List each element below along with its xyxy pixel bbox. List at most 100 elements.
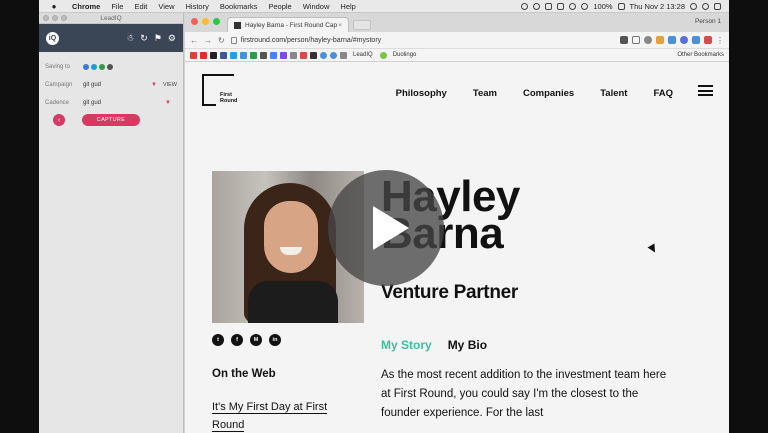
minimize-window-icon[interactable]	[202, 18, 209, 25]
back-button[interactable]: ‹	[53, 114, 65, 126]
bookmark-icon[interactable]	[330, 51, 337, 59]
menu-app-name[interactable]: Chrome	[72, 2, 100, 11]
twitter-icon[interactable]: t	[212, 334, 224, 346]
campaign-select[interactable]: git gud	[83, 82, 151, 88]
linkedin-icon[interactable]	[220, 51, 227, 59]
photo-body	[248, 281, 338, 323]
view-campaign-link[interactable]: VIEW	[163, 82, 177, 88]
add-user-icon[interactable]: ☃	[126, 33, 134, 44]
profile-button[interactable]: Person 1	[695, 18, 721, 25]
nav-philosophy[interactable]: Philosophy	[396, 88, 447, 99]
tab-strip: Hayley Barna - First Round Cap × Person …	[185, 13, 729, 32]
address-bar[interactable]: firstround.com/person/hayley-barna/#myst…	[230, 34, 614, 46]
bookmark-icon[interactable]	[290, 51, 297, 59]
bookmark-icon[interactable]	[320, 51, 327, 59]
close-window-icon[interactable]	[191, 18, 198, 25]
notification-center-icon[interactable]	[714, 2, 721, 10]
bookmark-leadiq[interactable]: LeadIQ	[353, 52, 373, 58]
gmail-icon[interactable]	[190, 51, 197, 59]
new-tab-button[interactable]	[353, 20, 371, 30]
saving-to-row: Saving to	[39, 58, 183, 76]
menu-file[interactable]: File	[111, 2, 123, 11]
leadiq-window-title: LeadIQ	[100, 14, 122, 22]
gear-icon[interactable]: ⚙	[168, 33, 176, 44]
star-icon[interactable]	[632, 36, 640, 44]
bookmark-icon[interactable]	[300, 51, 307, 59]
extension-icon[interactable]	[644, 36, 652, 44]
refresh-icon[interactable]: ↻	[140, 33, 148, 44]
reload-icon[interactable]: ↻	[218, 36, 225, 45]
extension-icon[interactable]	[680, 36, 688, 44]
clock-icon[interactable]	[533, 2, 541, 10]
nav-team[interactable]: Team	[473, 88, 497, 99]
more-menu-icon[interactable]: ⋮	[716, 36, 724, 45]
web-article-link-text[interactable]: It's My First Day at First Round	[212, 401, 328, 432]
sheets-icon[interactable]	[99, 64, 105, 70]
microphone-icon[interactable]	[521, 2, 529, 10]
browser-tab[interactable]: Hayley Barna - First Round Cap ×	[227, 17, 349, 32]
on-the-web-heading: On the Web	[212, 368, 276, 380]
chevron-down-icon[interactable]: ▼	[151, 82, 157, 88]
leadiq-dest-icon[interactable]	[83, 64, 89, 70]
display-icon[interactable]	[557, 2, 565, 10]
facebook-icon[interactable]: f	[231, 334, 243, 346]
cadence-select[interactable]: git gud	[83, 100, 165, 106]
bookmark-duolingo[interactable]: Duolingo	[393, 52, 417, 58]
dropbox-icon[interactable]	[545, 2, 553, 10]
menu-help[interactable]: Help	[340, 2, 355, 11]
twitter-icon[interactable]	[230, 51, 237, 59]
bookmark-icon[interactable]	[250, 51, 257, 59]
other-bookmarks[interactable]: Other Bookmarks	[677, 52, 724, 58]
bookmark-icon[interactable]	[240, 51, 247, 59]
bell-icon[interactable]: ⚑	[154, 33, 162, 44]
linkedin-icon[interactable]: in	[269, 334, 281, 346]
leadiq-header-icons: ☃ ↻ ⚑ ⚙	[126, 33, 176, 44]
outreach-icon[interactable]	[107, 64, 113, 70]
tab-my-story[interactable]: My Story	[381, 338, 432, 352]
nav-talent[interactable]: Talent	[600, 88, 627, 99]
youtube-icon[interactable]	[200, 51, 207, 59]
menu-bookmarks[interactable]: Bookmarks	[220, 2, 258, 11]
apple-icon[interactable]: ●	[47, 2, 61, 11]
salesforce-icon[interactable]	[91, 64, 97, 70]
volume-icon[interactable]	[581, 2, 589, 10]
lock-icon[interactable]	[230, 36, 237, 44]
logo-mark-top	[202, 74, 234, 76]
bookmark-icon[interactable]	[270, 51, 277, 59]
hamburger-menu-icon[interactable]	[698, 85, 713, 96]
battery-percent: 100%	[593, 1, 613, 11]
nav-faq[interactable]: FAQ	[653, 88, 673, 99]
medium-icon[interactable]: M	[250, 334, 262, 346]
extension-icon[interactable]	[692, 36, 700, 44]
first-round-logo[interactable]: First Round	[202, 74, 238, 106]
chevron-down-icon[interactable]: ▼	[165, 100, 171, 106]
video-play-button[interactable]	[328, 170, 444, 286]
close-tab-icon[interactable]: ×	[338, 22, 342, 29]
menu-history[interactable]: History	[186, 2, 209, 11]
capture-button[interactable]: CAPTURE	[82, 114, 140, 126]
amazon-icon[interactable]	[210, 51, 217, 59]
camera-icon[interactable]	[620, 36, 628, 44]
nav-companies[interactable]: Companies	[523, 88, 574, 99]
battery-icon[interactable]	[617, 2, 625, 10]
clock-text[interactable]: Thu Nov 2 13:28	[630, 2, 685, 11]
menu-people[interactable]: People	[268, 2, 291, 11]
menu-window[interactable]: Window	[303, 2, 330, 11]
extension-icon[interactable]	[704, 36, 712, 44]
extension-icon[interactable]	[668, 36, 676, 44]
menu-edit[interactable]: Edit	[134, 2, 147, 11]
spotlight-search-icon[interactable]	[690, 2, 697, 10]
bookmark-icon[interactable]	[310, 51, 317, 59]
wifi-icon[interactable]	[569, 2, 577, 10]
user-avatar-icon[interactable]	[702, 2, 709, 10]
menu-view[interactable]: View	[158, 2, 174, 11]
maximize-window-icon[interactable]	[213, 18, 220, 25]
url-text[interactable]: firstround.com/person/hayley-barna/#myst…	[241, 37, 381, 44]
extension-icon[interactable]	[656, 36, 664, 44]
bookmark-icon[interactable]	[280, 51, 287, 59]
bookmark-icon[interactable]	[260, 51, 267, 59]
web-article-link[interactable]: It's My First Day at First Round	[212, 398, 362, 433]
forward-arrow-icon[interactable]: →	[204, 36, 212, 45]
back-arrow-icon[interactable]: ←	[190, 36, 198, 45]
tab-my-bio[interactable]: My Bio	[448, 338, 487, 352]
